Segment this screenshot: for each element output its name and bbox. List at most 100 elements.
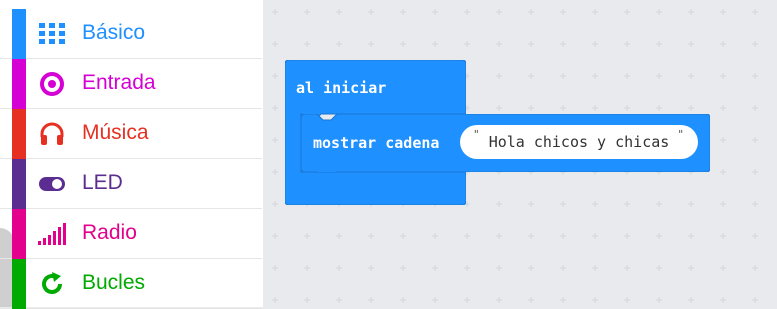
category-bucles[interactable]: Bucles (0, 259, 262, 309)
grid-mark (464, 41, 470, 47)
grid-mark (688, 201, 694, 207)
grid-mark (400, 9, 406, 15)
grid-mark (368, 297, 374, 303)
grid-mark (624, 105, 630, 111)
category-label: Básico (82, 21, 146, 44)
grid-mark (432, 297, 438, 303)
grid-mark (752, 169, 758, 175)
loop-arrow-icon (37, 271, 67, 297)
grid-mark (272, 137, 278, 143)
grid-mark (400, 265, 406, 271)
grid-mark (400, 297, 406, 303)
grid-mark (304, 41, 310, 47)
grid-mark (592, 265, 598, 271)
grid-mark (592, 73, 598, 79)
grid-mark (720, 41, 726, 47)
grid-mark (464, 9, 470, 15)
grid-mark (560, 233, 566, 239)
grid-mark (720, 105, 726, 111)
grid-mark (528, 9, 534, 15)
grid-mark (272, 265, 278, 271)
grid-mark (752, 41, 758, 47)
grid-mark (432, 41, 438, 47)
grid-mark (304, 297, 310, 303)
grid-mark (528, 265, 534, 271)
category-led[interactable]: LED (0, 159, 262, 209)
grid-mark (272, 41, 278, 47)
grid-mark (656, 201, 662, 207)
grid-mark (560, 201, 566, 207)
grid-mark (688, 105, 694, 111)
grid-mark (720, 297, 726, 303)
grid-mark (752, 137, 758, 143)
grid-mark (464, 297, 470, 303)
grid-mark (720, 137, 726, 143)
grid-mark (592, 41, 598, 47)
grid-mark (432, 9, 438, 15)
grid-mark (752, 201, 758, 207)
category-basico[interactable]: Básico (0, 9, 262, 59)
grid-mark (464, 233, 470, 239)
headphones-icon (37, 121, 67, 147)
grid-mark (272, 297, 278, 303)
grid-mark (688, 73, 694, 79)
category-color-bar (12, 9, 26, 59)
grid-mark (496, 201, 502, 207)
grid-mark (752, 233, 758, 239)
grid-mark (304, 233, 310, 239)
grid-mark (688, 41, 694, 47)
grid-mark (560, 297, 566, 303)
grid-mark (656, 265, 662, 271)
grid-mark (336, 265, 342, 271)
category-color-bar (12, 259, 26, 309)
grid-mark (528, 297, 534, 303)
circle-target-icon (37, 71, 67, 97)
category-musica[interactable]: Música (0, 109, 262, 159)
category-label: Radio (82, 221, 137, 244)
grid-mark (688, 297, 694, 303)
grid-mark (368, 9, 374, 15)
grid-mark (624, 41, 630, 47)
grid-mark (720, 9, 726, 15)
grid-mark (272, 105, 278, 111)
string-input-field[interactable]: " Hola chicos y chicas " (460, 125, 698, 159)
grid-mark (432, 265, 438, 271)
grid-mark (496, 265, 502, 271)
string-value[interactable]: Hola chicos y chicas (460, 133, 698, 151)
grid-mark (272, 201, 278, 207)
grid-mark (368, 233, 374, 239)
grid-mark (624, 201, 630, 207)
grid-mark (752, 105, 758, 111)
grid-mark (752, 297, 758, 303)
category-radio[interactable]: Radio (0, 209, 262, 259)
grid-mark (528, 105, 534, 111)
grid-mark (368, 41, 374, 47)
grid-mark (464, 265, 470, 271)
grid-mark (656, 233, 662, 239)
grid-mark (592, 201, 598, 207)
grid-mark (496, 9, 502, 15)
grid-mark (304, 9, 310, 15)
grid-mark (688, 9, 694, 15)
grid-mark (336, 233, 342, 239)
grid-mark (656, 9, 662, 15)
category-label: Música (82, 121, 149, 144)
category-label: Bucles (82, 271, 146, 294)
grid-mark (336, 9, 342, 15)
category-entrada[interactable]: Entrada (0, 59, 262, 109)
on-start-label[interactable]: al iniciar (296, 79, 386, 97)
category-label: Entrada (82, 71, 156, 94)
grid-mark (656, 105, 662, 111)
grid-icon (37, 21, 67, 47)
grid-mark (720, 73, 726, 79)
grid-mark (272, 9, 278, 15)
grid-mark (656, 73, 662, 79)
grid-mark (400, 233, 406, 239)
category-label: LED (82, 171, 123, 194)
show-string-label[interactable]: mostrar cadena (313, 134, 439, 152)
grid-mark (272, 73, 278, 79)
grid-mark (720, 265, 726, 271)
grid-mark (624, 73, 630, 79)
grid-mark (336, 297, 342, 303)
category-color-bar (12, 109, 26, 159)
